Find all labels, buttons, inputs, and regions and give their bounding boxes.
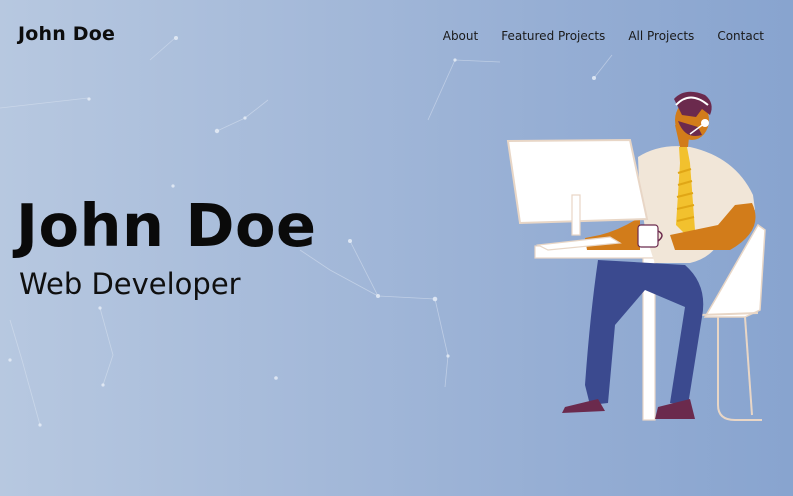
nav-link-about[interactable]: About	[443, 29, 478, 43]
site-brand[interactable]: John Doe	[18, 23, 115, 45]
hero-role: Web Developer	[19, 267, 241, 301]
chair-icon	[699, 223, 766, 421]
developer-at-computer-illustration	[506, 91, 766, 421]
nav-link-featured-projects[interactable]: Featured Projects	[501, 29, 605, 43]
main-navigation: About Featured Projects All Projects Con…	[443, 29, 764, 43]
nav-link-contact[interactable]: Contact	[717, 29, 764, 43]
nav-link-all-projects[interactable]: All Projects	[628, 29, 694, 43]
hero-name: John Doe	[16, 191, 317, 260]
